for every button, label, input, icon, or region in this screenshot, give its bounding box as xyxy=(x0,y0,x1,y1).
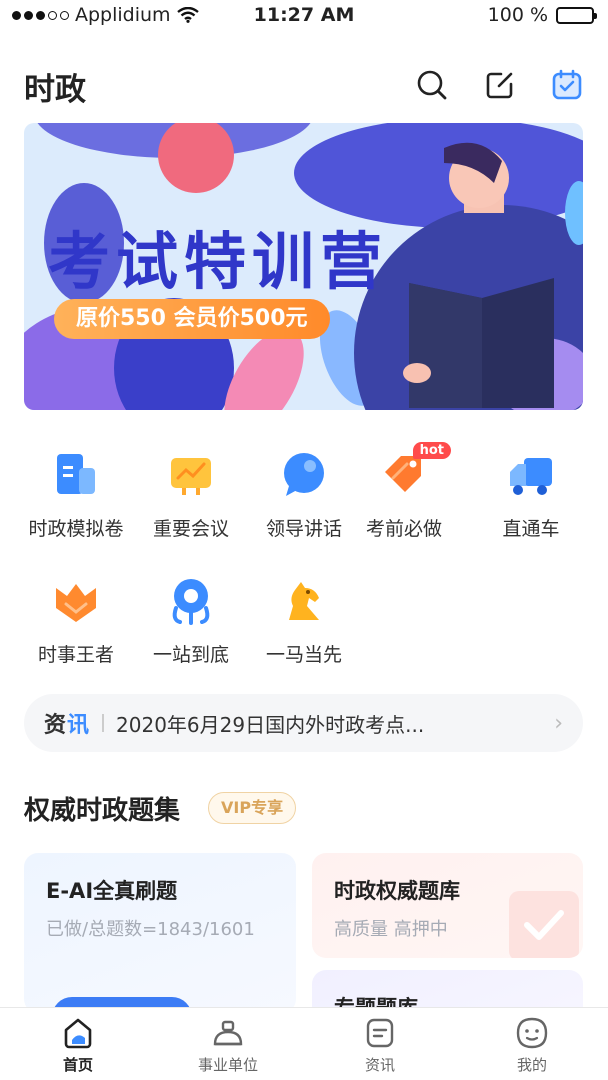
tab-home[interactable]: 首页 xyxy=(23,1016,133,1075)
tab-label: 我的 xyxy=(516,1056,547,1074)
banner-title: 考试特训营 xyxy=(48,225,389,298)
battery-icon xyxy=(556,6,597,24)
quick-link-label: 时政模拟卷 xyxy=(28,518,124,540)
card-subtitle: 高质量 高押中 xyxy=(334,919,448,940)
banner-price: 原价550 会员价500元 xyxy=(54,299,330,339)
quick-link-speeches[interactable]: 领导讲话 xyxy=(249,450,359,541)
quick-link-meetings[interactable]: 重要会议 xyxy=(136,450,246,541)
card-authoritative-bank[interactable]: 时政权威题库 高质量 高押中 xyxy=(312,853,583,958)
edit-icon[interactable] xyxy=(483,68,517,102)
location-icon xyxy=(166,576,216,626)
calendar-check-icon[interactable] xyxy=(550,68,584,102)
horse-icon xyxy=(279,576,329,626)
battery-percent: 100 % xyxy=(487,4,548,26)
search-icon[interactable] xyxy=(415,68,449,102)
briefcase-icon xyxy=(211,1016,245,1050)
home-icon xyxy=(61,1016,95,1050)
news-divider xyxy=(102,714,105,732)
news-tag-part1: 资 xyxy=(44,713,68,738)
chart-board-icon xyxy=(166,450,216,500)
news-tag-part2: 讯 xyxy=(67,713,91,738)
crown-icon xyxy=(51,576,101,626)
quick-link-label: 一站到底 xyxy=(152,644,229,666)
app-header: 时政 xyxy=(0,60,608,110)
status-bar: Applidium 11:27 AM 100 % xyxy=(0,0,608,32)
quick-link-label: 重要会议 xyxy=(152,518,229,540)
quick-link-label: 领导讲话 xyxy=(265,518,342,540)
news-headline: 2020年6月29日国内外时政考点... xyxy=(116,712,425,737)
quick-link-express[interactable]: 直通车 xyxy=(476,450,586,541)
quick-link-label: 一马当先 xyxy=(265,644,342,666)
tab-profile[interactable]: 我的 xyxy=(477,1016,587,1075)
quick-link-must-do[interactable]: hot 考前必做 xyxy=(349,442,459,541)
card-title: 时政权威题库 xyxy=(334,879,460,903)
news-ticker[interactable]: 资讯 2020年6月29日国内外时政考点... › xyxy=(24,694,583,752)
quick-link-label: 时事王者 xyxy=(37,644,114,666)
tab-label: 资讯 xyxy=(364,1056,395,1074)
profile-icon xyxy=(515,1016,549,1050)
quick-link-label: 考前必做 xyxy=(365,518,442,540)
quick-link-king[interactable]: 时事王者 xyxy=(21,576,131,667)
news-tag: 资讯 xyxy=(44,707,90,739)
chat-bubble-icon xyxy=(279,450,329,500)
quick-link-to-the-end[interactable]: 一站到底 xyxy=(136,576,246,667)
truck-icon xyxy=(506,450,556,500)
card-title: E-AI全真刷题 xyxy=(46,879,178,903)
tab-news[interactable]: 资讯 xyxy=(325,1016,435,1075)
tab-public-institution[interactable]: 事业单位 xyxy=(173,1016,283,1075)
tag-icon: hot xyxy=(379,442,451,500)
chevron-right-icon: › xyxy=(554,710,563,736)
news-icon xyxy=(363,1016,397,1050)
hot-badge: hot xyxy=(412,442,451,459)
quick-link-take-lead[interactable]: 一马当先 xyxy=(249,576,359,667)
bottom-tab-bar: 首页 事业单位 资讯 我的 xyxy=(0,1007,608,1080)
quick-link-label: 直通车 xyxy=(502,518,560,540)
card-subtitle: 已做/总题数=1843/1601 xyxy=(46,919,255,940)
tab-label: 事业单位 xyxy=(197,1056,258,1074)
card-e-ai-practice[interactable]: E-AI全真刷题 已做/总题数=1843/1601 xyxy=(24,853,296,1013)
section-title: 权威时政题集 xyxy=(24,796,181,826)
tab-label: 首页 xyxy=(62,1056,93,1074)
battery-group: 100 % xyxy=(487,4,597,26)
promo-banner[interactable]: 考试特训营 原价550 会员价500元 xyxy=(24,123,583,410)
quick-link-mock-exam[interactable]: 时政模拟卷 xyxy=(21,450,131,541)
page-title: 时政 xyxy=(24,72,86,108)
vip-badge: VIP专享 xyxy=(208,792,297,824)
document-icon xyxy=(51,450,101,500)
checkmark-icon xyxy=(509,891,579,958)
